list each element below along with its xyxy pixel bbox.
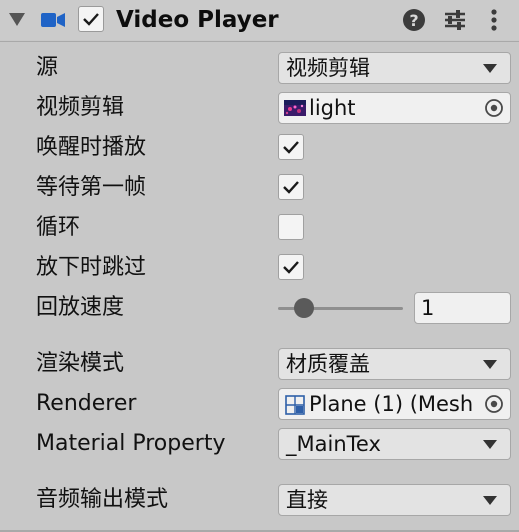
row-wait-first-frame: 等待第一帧 <box>0 170 519 206</box>
checkmark-icon <box>283 141 299 154</box>
video-clip-thumbnail-icon <box>284 100 306 116</box>
chevron-down-icon <box>483 64 497 73</box>
skip-on-drop-label: 放下时跳过 <box>36 255 147 280</box>
video-clip-label: 视频剪辑 <box>36 95 125 120</box>
renderer-label: Renderer <box>36 391 137 416</box>
chevron-down-icon <box>483 440 497 449</box>
material-property-value: _MainTex <box>286 432 381 456</box>
audio-output-mode-value: 直接 <box>286 488 328 512</box>
playback-speed-value: 1 <box>421 296 435 320</box>
component-enabled-checkbox[interactable] <box>78 6 104 32</box>
video-clip-object-field[interactable]: light <box>278 92 511 124</box>
row-playback-speed: 回放速度 1 <box>0 290 519 326</box>
render-mode-value: 材质覆盖 <box>286 352 370 376</box>
row-loop: 循环 <box>0 210 519 246</box>
checkmark-icon <box>83 13 99 26</box>
row-source: 源 视频剪辑 <box>0 50 519 86</box>
chevron-down-icon <box>483 496 497 505</box>
video-player-inspector: Video Player ? 源 视频剪辑 视频剪辑 light 唤醒时播放 等… <box>0 0 519 532</box>
playback-speed-slider-thumb[interactable] <box>293 298 314 318</box>
checkmark-icon <box>283 181 299 194</box>
source-dropdown[interactable]: 视频剪辑 <box>278 52 511 84</box>
render-mode-dropdown[interactable]: 材质覆盖 <box>278 348 511 380</box>
header-divider <box>0 41 519 42</box>
source-value: 视频剪辑 <box>286 56 370 80</box>
audio-output-mode-dropdown[interactable]: 直接 <box>278 484 511 516</box>
wait-first-frame-checkbox[interactable] <box>278 174 304 200</box>
material-property-dropdown[interactable]: _MainTex <box>278 428 511 460</box>
row-video-clip: 视频剪辑 light <box>0 90 519 126</box>
mesh-renderer-icon <box>285 395 305 415</box>
object-picker-icon[interactable] <box>484 98 504 118</box>
checkmark-icon <box>283 261 299 274</box>
row-render-mode: 渲染模式 材质覆盖 <box>0 346 519 382</box>
help-icon[interactable]: ? <box>401 7 427 33</box>
renderer-value: Plane (1) (Mesh Renderer) <box>309 392 476 416</box>
video-clip-value: light <box>309 96 356 120</box>
source-label: 源 <box>36 55 59 80</box>
loop-label: 循环 <box>36 215 81 240</box>
component-title: Video Player <box>116 7 279 33</box>
row-material-property: Material Property _MainTex <box>0 426 519 462</box>
row-skip-on-drop: 放下时跳过 <box>0 250 519 286</box>
material-property-label: Material Property <box>36 431 226 456</box>
object-picker-icon[interactable] <box>484 394 504 414</box>
presets-icon[interactable] <box>442 7 468 33</box>
wait-first-frame-label: 等待第一帧 <box>36 175 147 200</box>
component-header: Video Player ? <box>0 0 519 40</box>
more-menu-icon[interactable] <box>481 7 507 33</box>
video-camera-icon <box>41 13 65 27</box>
chevron-down-icon <box>483 360 497 369</box>
skip-on-drop-checkbox[interactable] <box>278 254 304 280</box>
svg-text:?: ? <box>409 11 418 30</box>
row-play-on-awake: 唤醒时播放 <box>0 130 519 166</box>
play-on-awake-checkbox[interactable] <box>278 134 304 160</box>
render-mode-label: 渲染模式 <box>36 351 125 376</box>
playback-speed-label: 回放速度 <box>36 295 125 320</box>
audio-output-mode-label: 音频输出模式 <box>36 487 169 512</box>
play-on-awake-label: 唤醒时播放 <box>36 135 147 160</box>
foldout-arrow-icon[interactable] <box>9 13 25 26</box>
row-audio-output-mode: 音频输出模式 直接 <box>0 482 519 518</box>
renderer-object-field[interactable]: Plane (1) (Mesh Renderer) <box>278 388 511 420</box>
playback-speed-input[interactable]: 1 <box>414 292 511 324</box>
row-renderer: Renderer Plane (1) (Mesh Renderer) <box>0 386 519 422</box>
loop-checkbox[interactable] <box>278 214 304 240</box>
